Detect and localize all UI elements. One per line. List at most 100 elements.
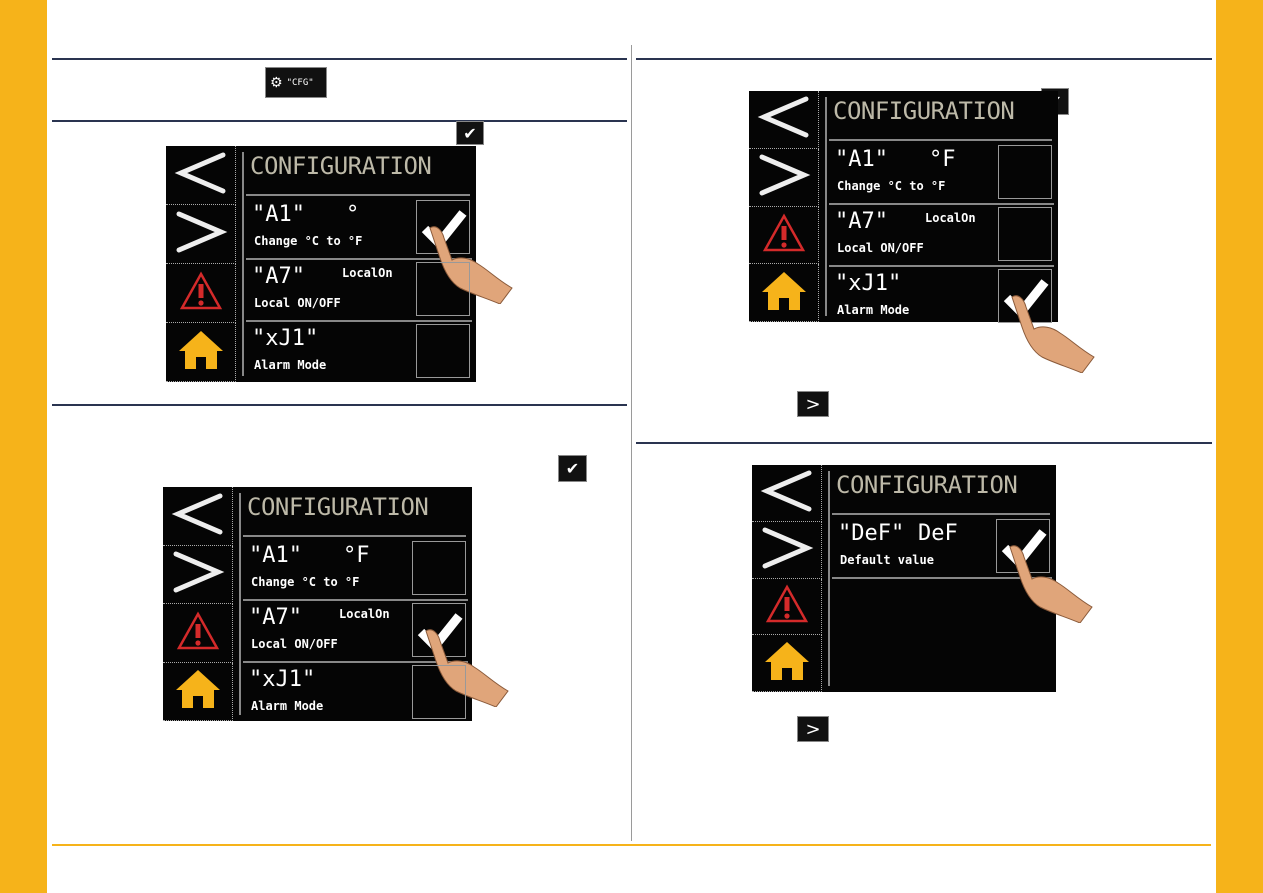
screen-title: CONFIGURATION bbox=[833, 97, 1015, 125]
parameter-description: Default value bbox=[840, 553, 934, 567]
parameter-row[interactable]: "xJ1" Alarm Mode bbox=[243, 661, 468, 723]
parameter-code: "xJ1" bbox=[249, 667, 316, 692]
parameter-description: Change °C to °F bbox=[251, 575, 360, 589]
checkmark-icon bbox=[417, 210, 469, 257]
parameter-description: Alarm Mode bbox=[254, 358, 327, 372]
screen-separator bbox=[242, 152, 244, 376]
nav-button-chevron-right[interactable] bbox=[752, 521, 822, 579]
parameter-description: Local ON/OFF bbox=[837, 241, 924, 255]
right-accent-bar bbox=[1216, 0, 1263, 893]
nav-button-chevron-left[interactable] bbox=[752, 465, 822, 522]
parameter-checkbox[interactable] bbox=[416, 200, 470, 254]
nav-button-chevron-right[interactable] bbox=[166, 205, 236, 264]
home-icon bbox=[174, 668, 222, 714]
parameter-checkbox[interactable] bbox=[416, 324, 470, 378]
nav-button-home[interactable] bbox=[749, 264, 819, 322]
configuration-screen: CONFIGURATION "A1" °F Change °C to °F "A7" Lo… bbox=[749, 91, 1095, 374]
alarm-icon bbox=[762, 213, 806, 257]
alarm-icon bbox=[179, 271, 223, 315]
parameter-code: "A1" bbox=[252, 202, 305, 227]
configuration-screen: CONFIGURATION "DeF" DeF Default value bbox=[752, 465, 1093, 692]
parameter-row[interactable]: "xJ1" Alarm Mode bbox=[829, 265, 1054, 327]
parameter-checkbox[interactable] bbox=[412, 603, 466, 657]
parameter-checkbox[interactable] bbox=[416, 262, 470, 316]
alarm-icon bbox=[765, 584, 809, 628]
chevron-left-icon bbox=[756, 95, 812, 143]
parameter-value: LocalOn bbox=[342, 266, 393, 280]
left-accent-bar bbox=[0, 0, 47, 893]
alarm-icon bbox=[176, 611, 220, 655]
home-icon bbox=[177, 329, 225, 375]
parameter-checkbox[interactable] bbox=[412, 541, 466, 595]
parameter-description: Local ON/OFF bbox=[254, 296, 341, 310]
parameter-description: Alarm Mode bbox=[837, 303, 910, 317]
parameter-code: "xJ1" bbox=[835, 271, 902, 296]
next-button-icon: > bbox=[797, 716, 829, 742]
parameter-description: Local ON/OFF bbox=[251, 637, 338, 651]
nav-button-home[interactable] bbox=[166, 323, 236, 382]
parameter-value: °F bbox=[343, 543, 370, 568]
parameter-row[interactable]: "xJ1" Alarm Mode bbox=[246, 320, 472, 382]
parameter-code: "A7" bbox=[252, 264, 305, 289]
home-icon bbox=[760, 270, 808, 316]
footer-divider bbox=[52, 844, 1211, 846]
chevron-left-icon bbox=[173, 151, 229, 199]
section-divider bbox=[52, 404, 627, 406]
check-button-icon: ✔ bbox=[456, 121, 484, 145]
chevron-right-icon bbox=[173, 210, 229, 258]
chevron-left-icon bbox=[759, 469, 815, 517]
parameter-code: "xJ1" bbox=[252, 326, 319, 351]
screen-title: CONFIGURATION bbox=[247, 493, 429, 521]
parameter-checkbox[interactable] bbox=[998, 269, 1052, 323]
nav-button-chevron-left[interactable] bbox=[163, 487, 233, 546]
gears-icon: ⚙ bbox=[270, 74, 283, 91]
parameter-value: LocalOn bbox=[339, 607, 390, 621]
parameter-row[interactable]: "A1" °F Change °C to °F bbox=[829, 141, 1054, 205]
parameter-checkbox[interactable] bbox=[998, 207, 1052, 261]
parameter-row[interactable]: "A7" LocalOn Local ON/OFF bbox=[246, 258, 472, 322]
screen-title: CONFIGURATION bbox=[836, 471, 1018, 499]
screen-title: CONFIGURATION bbox=[250, 152, 432, 180]
home-icon bbox=[763, 640, 811, 686]
chevron-right-icon bbox=[756, 153, 812, 201]
screen-separator bbox=[825, 97, 827, 316]
nav-button-alarm[interactable] bbox=[166, 264, 236, 323]
parameter-code: "A1" bbox=[249, 543, 302, 568]
nav-button-alarm[interactable] bbox=[752, 578, 822, 636]
parameter-row[interactable]: "A1" ° Change °C to °F bbox=[246, 196, 472, 260]
nav-button-alarm[interactable] bbox=[749, 206, 819, 265]
parameter-value: LocalOn bbox=[925, 211, 976, 225]
nav-button-chevron-right[interactable] bbox=[163, 545, 233, 604]
nav-button-chevron-left[interactable] bbox=[749, 91, 819, 149]
parameter-row[interactable]: "A1" °F Change °C to °F bbox=[243, 537, 468, 601]
nav-button-home[interactable] bbox=[163, 662, 233, 721]
parameter-code: "A1" bbox=[835, 147, 888, 172]
checkmark-icon bbox=[999, 279, 1051, 326]
next-button-icon: > bbox=[797, 391, 829, 417]
parameter-row[interactable]: "DeF" DeF Default value bbox=[832, 515, 1052, 579]
parameter-description: Alarm Mode bbox=[251, 699, 324, 713]
parameter-value: ° bbox=[346, 202, 360, 227]
parameter-value: DeF bbox=[918, 521, 958, 546]
parameter-code: "A7" bbox=[249, 605, 302, 630]
parameter-code: "DeF" bbox=[838, 521, 905, 546]
check-button-icon: ✔ bbox=[558, 455, 587, 482]
nav-button-chevron-left[interactable] bbox=[166, 146, 236, 205]
checkmark-icon bbox=[997, 529, 1049, 576]
parameter-code: "A7" bbox=[835, 209, 888, 234]
nav-button-chevron-right[interactable] bbox=[749, 148, 819, 207]
parameter-checkbox[interactable] bbox=[412, 665, 466, 719]
nav-button-alarm[interactable] bbox=[163, 604, 233, 663]
nav-button-home[interactable] bbox=[752, 635, 822, 692]
checkmark-icon bbox=[413, 613, 465, 660]
column-divider bbox=[631, 45, 632, 841]
cfg-button[interactable]: ⚙ "CFG" bbox=[265, 67, 327, 98]
parameter-description: Change °C to °F bbox=[837, 179, 946, 193]
parameter-checkbox[interactable] bbox=[996, 519, 1050, 573]
parameter-row[interactable]: "A7" LocalOn Local ON/OFF bbox=[829, 203, 1054, 267]
parameter-row[interactable]: "A7" LocalOn Local ON/OFF bbox=[243, 599, 468, 663]
cfg-label: "CFG" bbox=[286, 77, 314, 88]
parameter-checkbox[interactable] bbox=[998, 145, 1052, 199]
section-divider bbox=[636, 442, 1212, 444]
chevron-right-icon bbox=[170, 550, 226, 598]
